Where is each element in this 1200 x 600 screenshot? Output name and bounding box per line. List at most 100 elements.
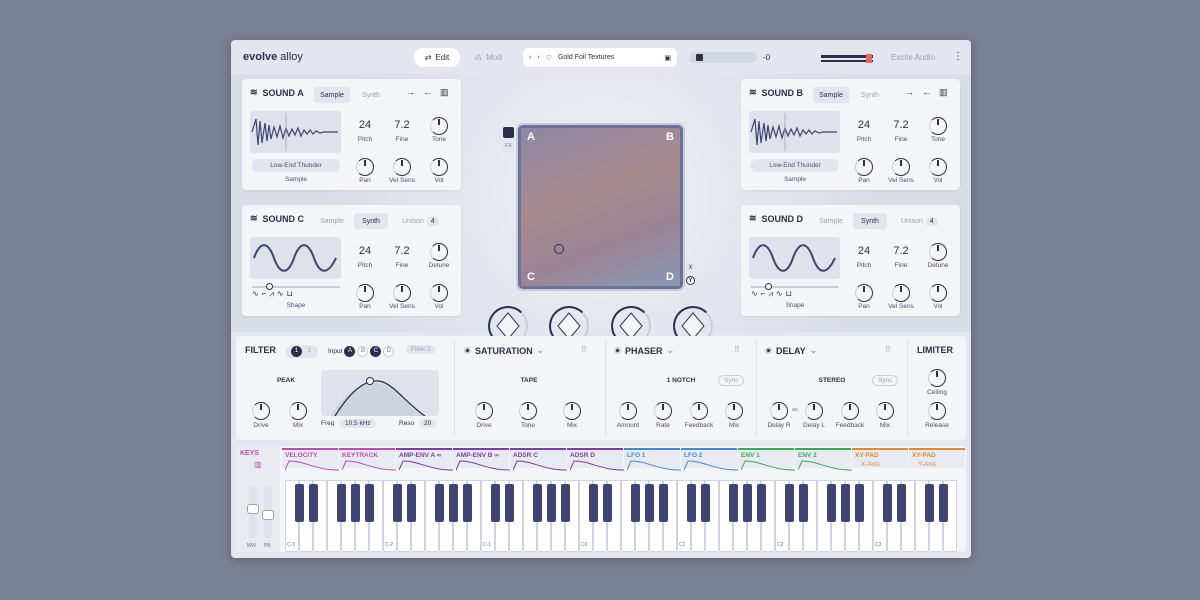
black-key[interactable] — [350, 484, 360, 522]
fine-value[interactable]: 7.2 — [387, 245, 417, 257]
pitch-value[interactable]: 24 — [849, 245, 879, 257]
mod-source-tab[interactable]: XY-PAD Y-Axis — [909, 448, 965, 468]
drive-knob[interactable] — [475, 402, 493, 420]
black-key[interactable] — [882, 484, 892, 522]
drag-handle-icon[interactable]: ⠿ — [734, 345, 740, 354]
fine-value[interactable]: 7.2 — [387, 119, 417, 131]
pitch-bend-handle[interactable] — [262, 510, 274, 520]
filter-2-tab[interactable]: 2 — [304, 346, 315, 357]
black-key[interactable] — [588, 484, 598, 522]
delay-l-knob[interactable] — [805, 402, 823, 420]
mod-source-tab[interactable]: LFO 1 — [624, 448, 682, 471]
mod-source-tab[interactable]: AMP-ENV A ∞ — [396, 448, 454, 471]
black-key[interactable] — [896, 484, 906, 522]
unison-value[interactable]: 4 — [925, 217, 938, 226]
black-key[interactable] — [756, 484, 766, 522]
fx-view-button[interactable]: FX — [503, 141, 514, 152]
black-key[interactable] — [658, 484, 668, 522]
tab-synth[interactable]: Synth — [853, 213, 887, 229]
mix-knob[interactable] — [563, 402, 581, 420]
rate-knob[interactable] — [654, 402, 672, 420]
tab-synth[interactable]: Synth — [853, 87, 887, 103]
black-key[interactable] — [826, 484, 836, 522]
vel-sens-knob[interactable] — [393, 158, 411, 176]
pan-knob[interactable] — [855, 284, 873, 302]
filter-selector[interactable]: 12 — [286, 345, 318, 358]
mod-source-tab[interactable]: XY-PAD X-Axis — [852, 448, 908, 468]
freq-value[interactable]: 10.5 kHz — [340, 419, 376, 428]
detune-knob[interactable] — [929, 243, 947, 261]
vol-knob[interactable] — [929, 284, 947, 302]
unison-value[interactable]: 4 — [426, 217, 439, 226]
black-key[interactable] — [504, 484, 514, 522]
piano-icon[interactable]: ▥ — [440, 87, 449, 98]
feedback-knob[interactable] — [841, 402, 859, 420]
mod-source-tab[interactable]: KEYTRACK — [339, 448, 397, 471]
drag-handle-icon[interactable]: ⠿ — [581, 345, 587, 354]
filter-2-route[interactable]: Filter 2 — [406, 345, 436, 354]
filter-type[interactable]: PEAK — [256, 377, 316, 384]
black-key[interactable] — [840, 484, 850, 522]
phaser-type[interactable]: 1 NOTCH — [651, 377, 711, 384]
delay-title[interactable]: DELAY ⌄ — [765, 345, 817, 356]
vel-sens-knob[interactable] — [892, 158, 910, 176]
preset-browser[interactable]: ‹ › ♡ Gold Foil Textures ▣ — [523, 48, 677, 67]
y-axis-button[interactable]: Y — [686, 276, 695, 285]
saturation-title[interactable]: SATURATION ⌄ — [464, 345, 544, 356]
black-key[interactable] — [630, 484, 640, 522]
black-key[interactable] — [686, 484, 696, 522]
black-key[interactable] — [490, 484, 500, 522]
delay-r-knob[interactable] — [770, 402, 788, 420]
black-key[interactable] — [462, 484, 472, 522]
vol-knob[interactable] — [929, 158, 947, 176]
tab-synth[interactable]: Synth — [354, 87, 388, 103]
black-key[interactable] — [742, 484, 752, 522]
filter-1-tab[interactable]: 1 — [291, 346, 302, 357]
tab-sample[interactable]: Sample — [813, 213, 849, 229]
phaser-title[interactable]: PHASER ⌄ — [614, 345, 674, 356]
vol-knob[interactable] — [430, 284, 448, 302]
mod-wheel[interactable] — [247, 486, 259, 538]
black-key[interactable] — [798, 484, 808, 522]
detune-knob[interactable] — [430, 243, 448, 261]
sample-name-field[interactable]: Low-End Thunder — [252, 159, 340, 172]
waveform-display[interactable] — [749, 111, 840, 153]
mod-source-tab[interactable]: ADSR D — [567, 448, 625, 471]
waveform-display[interactable] — [250, 111, 341, 153]
input-d-button[interactable]: D — [383, 346, 395, 357]
pan-knob[interactable] — [356, 158, 374, 176]
input-a-button[interactable]: A — [344, 346, 356, 357]
black-key[interactable] — [434, 484, 444, 522]
save-icon[interactable]: ▣ — [664, 54, 671, 62]
black-key[interactable] — [336, 484, 346, 522]
mod-source-tab[interactable]: LFO 2 — [681, 448, 739, 471]
release-knob[interactable] — [928, 402, 946, 420]
chevron-down-icon[interactable]: ⌄ — [537, 345, 545, 356]
black-key[interactable] — [924, 484, 934, 522]
vel-sens-knob[interactable] — [892, 284, 910, 302]
black-key[interactable] — [784, 484, 794, 522]
black-key[interactable] — [728, 484, 738, 522]
black-key[interactable] — [602, 484, 612, 522]
xy-pad[interactable]: A B C D — [518, 125, 683, 289]
next-preset-icon[interactable]: › — [537, 54, 539, 61]
layers-view-button[interactable] — [503, 127, 514, 138]
mod-wheel-handle[interactable] — [247, 504, 259, 514]
mod-source-tab[interactable]: VELOCITY — [282, 448, 340, 471]
black-key[interactable] — [546, 484, 556, 522]
arrow-right-icon[interactable]: → — [905, 87, 914, 97]
tone-knob[interactable] — [519, 402, 537, 420]
unison-control[interactable]: Unison 4 — [901, 217, 938, 226]
black-key[interactable] — [406, 484, 416, 522]
fine-value[interactable]: 7.2 — [886, 245, 916, 257]
mod-source-tab[interactable]: ADSR C — [510, 448, 568, 471]
arrow-left-icon[interactable]: ← — [922, 87, 931, 97]
pan-knob[interactable] — [356, 284, 374, 302]
input-c-button[interactable]: C — [370, 346, 382, 357]
black-key[interactable] — [364, 484, 374, 522]
sample-name-field[interactable]: Low-End Thunder — [751, 159, 839, 172]
input-b-button[interactable]: B — [357, 346, 369, 357]
black-key[interactable] — [392, 484, 402, 522]
delay-type[interactable]: STEREO — [802, 377, 862, 384]
arrow-left-icon[interactable]: ← — [423, 87, 432, 97]
